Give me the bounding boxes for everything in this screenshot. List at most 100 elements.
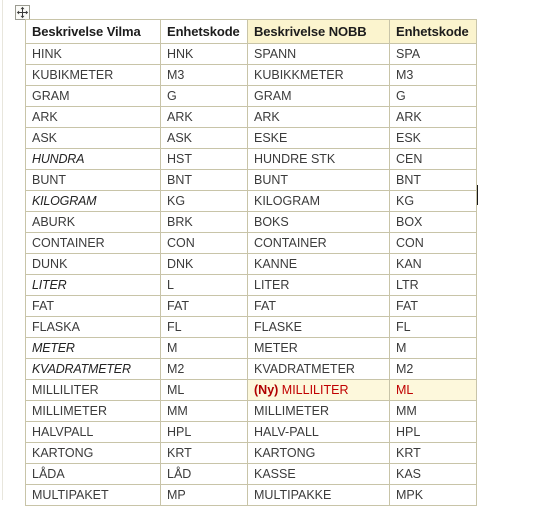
cell-vilma-unitcode[interactable]: ARK — [160, 106, 248, 128]
cell-nobb-unitcode[interactable]: ARK — [389, 106, 477, 128]
cell-vilma-unitcode[interactable]: M — [160, 337, 248, 359]
cell-vilma-unitcode[interactable]: HST — [160, 148, 248, 170]
cell-nobb-description[interactable]: ARK — [247, 106, 390, 128]
table-row: MILLIMETER MM MILLIMETER MM — [25, 400, 477, 422]
cell-nobb-description[interactable]: KARTONG — [247, 442, 390, 464]
cell-nobb-description[interactable]: BUNT — [247, 169, 390, 191]
cell-vilma-description[interactable]: DUNK — [25, 253, 161, 275]
cell-nobb-unitcode[interactable]: M2 — [389, 358, 477, 380]
table-row: METER M METER M — [25, 337, 477, 359]
cell-vilma-description[interactable]: MULTIPAKET — [25, 484, 161, 506]
cell-nobb-description[interactable]: KANNE — [247, 253, 390, 275]
cell-vilma-description[interactable]: KVADRATMETER — [25, 358, 161, 380]
cell-vilma-unitcode[interactable]: M3 — [160, 64, 248, 86]
cell-nobb-unitcode[interactable]: BOX — [389, 211, 477, 233]
table-row: ARK ARK ARK ARK — [25, 106, 477, 128]
cell-nobb-unitcode[interactable]: BNT — [389, 169, 477, 191]
column-header-nobb-description[interactable]: Beskrivelse NOBB — [247, 19, 390, 44]
cell-nobb-unitcode[interactable]: KRT — [389, 442, 477, 464]
cell-vilma-description[interactable]: ASK — [25, 127, 161, 149]
cell-nobb-description[interactable]: METER — [247, 337, 390, 359]
cell-vilma-unitcode[interactable]: FAT — [160, 295, 248, 317]
cell-vilma-unitcode[interactable]: HPL — [160, 421, 248, 443]
cell-nobb-unitcode[interactable]: ESK — [389, 127, 477, 149]
cell-nobb-description[interactable]: CONTAINER — [247, 232, 390, 254]
cell-vilma-description[interactable]: ABURK — [25, 211, 161, 233]
cell-vilma-unitcode[interactable]: FL — [160, 316, 248, 338]
cell-vilma-unitcode[interactable]: HNK — [160, 43, 248, 65]
cell-nobb-unitcode[interactable]: M — [389, 337, 477, 359]
cell-vilma-description[interactable]: ARK — [25, 106, 161, 128]
cell-nobb-unitcode[interactable]: LTR — [389, 274, 477, 296]
cell-vilma-unitcode[interactable]: KRT — [160, 442, 248, 464]
cell-nobb-unitcode[interactable]: MM — [389, 400, 477, 422]
column-header-vilma-description[interactable]: Beskrivelse Vilma — [25, 19, 161, 44]
cell-nobb-description[interactable]: MILLIMETER — [247, 400, 390, 422]
cell-nobb-unitcode[interactable]: ML — [389, 379, 477, 401]
cell-nobb-description[interactable]: HALV-PALL — [247, 421, 390, 443]
cell-vilma-unitcode[interactable]: BRK — [160, 211, 248, 233]
cell-vilma-description[interactable]: GRAM — [25, 85, 161, 107]
column-header-vilma-unitcode[interactable]: Enhetskode — [160, 19, 248, 44]
table-row: CONTAINER CON CONTAINER CON — [25, 232, 477, 254]
cell-nobb-unitcode[interactable]: CON — [389, 232, 477, 254]
cell-vilma-description[interactable]: MILLIMETER — [25, 400, 161, 422]
cell-vilma-description[interactable]: KILOGRAM — [25, 190, 161, 212]
cell-nobb-unitcode[interactable]: KAN — [389, 253, 477, 275]
cell-vilma-description[interactable]: HINK — [25, 43, 161, 65]
cell-nobb-description[interactable]: MULTIPAKKE — [247, 484, 390, 506]
cell-vilma-unitcode[interactable]: KG — [160, 190, 248, 212]
cell-vilma-unitcode[interactable]: BNT — [160, 169, 248, 191]
cell-vilma-unitcode[interactable]: MP — [160, 484, 248, 506]
cell-nobb-unitcode[interactable]: SPA — [389, 43, 477, 65]
cell-vilma-description[interactable]: FLASKA — [25, 316, 161, 338]
cell-vilma-unitcode[interactable]: L — [160, 274, 248, 296]
cell-nobb-unitcode[interactable]: KAS — [389, 463, 477, 485]
cell-vilma-description[interactable]: KUBIKMETER — [25, 64, 161, 86]
cell-nobb-description[interactable]: KASSE — [247, 463, 390, 485]
cell-vilma-description[interactable]: BUNT — [25, 169, 161, 191]
cell-vilma-description[interactable]: LITER — [25, 274, 161, 296]
cell-vilma-description[interactable]: CONTAINER — [25, 232, 161, 254]
cell-nobb-unitcode[interactable]: G — [389, 85, 477, 107]
cell-vilma-unitcode[interactable]: CON — [160, 232, 248, 254]
cell-vilma-unitcode[interactable]: G — [160, 85, 248, 107]
cell-vilma-unitcode[interactable]: MM — [160, 400, 248, 422]
cell-vilma-unitcode[interactable]: DNK — [160, 253, 248, 275]
cell-nobb-description[interactable]: FAT — [247, 295, 390, 317]
cell-nobb-unitcode[interactable]: MPK — [389, 484, 477, 506]
cell-vilma-description[interactable]: KARTONG — [25, 442, 161, 464]
cell-vilma-unitcode[interactable]: M2 — [160, 358, 248, 380]
cell-vilma-unitcode[interactable]: LÅD — [160, 463, 248, 485]
cell-nobb-unitcode[interactable]: FAT — [389, 295, 477, 317]
cell-nobb-description[interactable]: BOKS — [247, 211, 390, 233]
cell-vilma-description[interactable]: METER — [25, 337, 161, 359]
cell-nobb-description[interactable]: SPANN — [247, 43, 390, 65]
cell-vilma-description[interactable]: HALVPALL — [25, 421, 161, 443]
cell-nobb-description[interactable]: KVADRATMETER — [247, 358, 390, 380]
cell-vilma-unitcode[interactable]: ML — [160, 379, 248, 401]
cell-vilma-description[interactable]: HUNDRA — [25, 148, 161, 170]
cell-nobb-unitcode[interactable]: KG — [389, 190, 477, 212]
table-row: ABURK BRK BOKS BOX — [25, 211, 477, 233]
cell-nobb-description[interactable]: KILOGRAM — [247, 190, 390, 212]
cell-vilma-description[interactable]: FAT — [25, 295, 161, 317]
column-header-nobb-unitcode[interactable]: Enhetskode — [389, 19, 477, 44]
table-row: FAT FAT FAT FAT — [25, 295, 477, 317]
cell-nobb-description[interactable]: KUBIKKMETER — [247, 64, 390, 86]
cell-nobb-description[interactable]: LITER — [247, 274, 390, 296]
cell-nobb-unitcode[interactable]: HPL — [389, 421, 477, 443]
cell-nobb-description[interactable]: GRAM — [247, 85, 390, 107]
cell-nobb-description[interactable]: ESKE — [247, 127, 390, 149]
cell-nobb-description[interactable]: (Ny) MILLILITER — [247, 379, 390, 401]
table-move-handle[interactable] — [15, 5, 30, 20]
cell-nobb-unitcode[interactable]: FL — [389, 316, 477, 338]
cell-vilma-description[interactable]: MILLILITER — [25, 379, 161, 401]
cell-nobb-description[interactable]: FLASKE — [247, 316, 390, 338]
cell-vilma-description[interactable]: LÅDA — [25, 463, 161, 485]
table-row: FLASKA FL FLASKE FL — [25, 316, 477, 338]
cell-nobb-unitcode[interactable]: CEN — [389, 148, 477, 170]
cell-vilma-unitcode[interactable]: ASK — [160, 127, 248, 149]
cell-nobb-description[interactable]: HUNDRE STK — [247, 148, 390, 170]
cell-nobb-unitcode[interactable]: M3 — [389, 64, 477, 86]
